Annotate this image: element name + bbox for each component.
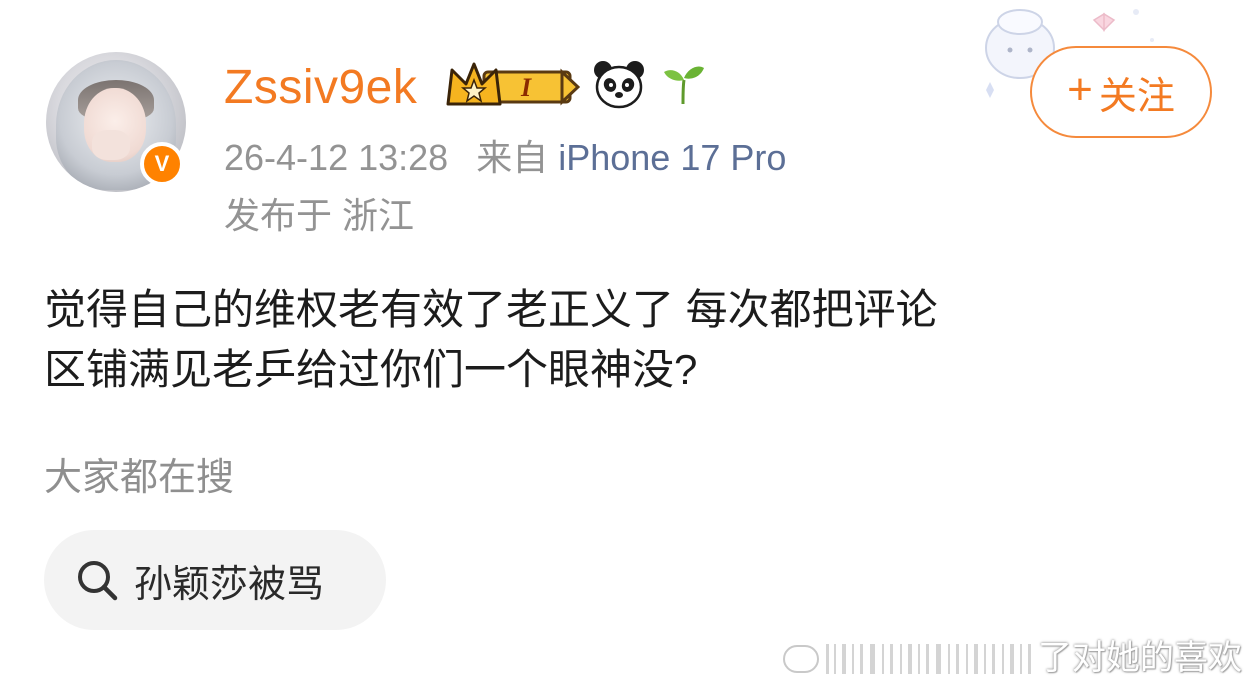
sprout-icon	[664, 66, 704, 105]
hot-search-label: 孙颖莎被骂	[134, 563, 325, 606]
watermark-barcode	[783, 644, 1031, 674]
panda-icon	[594, 61, 644, 109]
username[interactable]: Zssiv9ek	[224, 58, 417, 118]
post-time: 26-4-12 13:28	[224, 137, 449, 178]
post-location: 发布于 浙江	[224, 195, 415, 236]
source-prefix: 来自	[476, 137, 549, 178]
post-text: 觉得自己的维权老有效了老正义了 每次都把评论 区铺满见老乒给过你们一个眼神没?	[44, 280, 1204, 400]
post-text-line: 区铺满见老乒给过你们一个眼神没?	[44, 346, 698, 393]
level-label: I	[520, 73, 532, 102]
weibo-post-card: V Zssiv9ek I 26-4-12 13:28 来自 iPhone 17 P…	[0, 0, 1256, 684]
post-meta: 26-4-12 13:28 来自 iPhone 17 Pro	[224, 136, 786, 180]
verified-icon: V	[140, 142, 184, 186]
follow-label: 关注	[1098, 75, 1175, 118]
crown-icon[interactable]: I	[444, 58, 580, 112]
hot-search-heading: 大家都在搜	[44, 457, 235, 499]
watermark-text: 了对她的喜欢	[1038, 639, 1242, 677]
search-icon	[78, 561, 118, 601]
hot-search-chip[interactable]: 孙颖莎被骂	[44, 530, 386, 630]
plus-icon: +	[1067, 65, 1093, 114]
device-link[interactable]: iPhone 17 Pro	[558, 137, 786, 178]
watermark: 了对她的喜欢	[776, 636, 1252, 680]
post-text-line: 觉得自己的维权老有效了老正义了 每次都把评论	[44, 286, 938, 333]
follow-button[interactable]: + 关注	[1030, 46, 1212, 138]
